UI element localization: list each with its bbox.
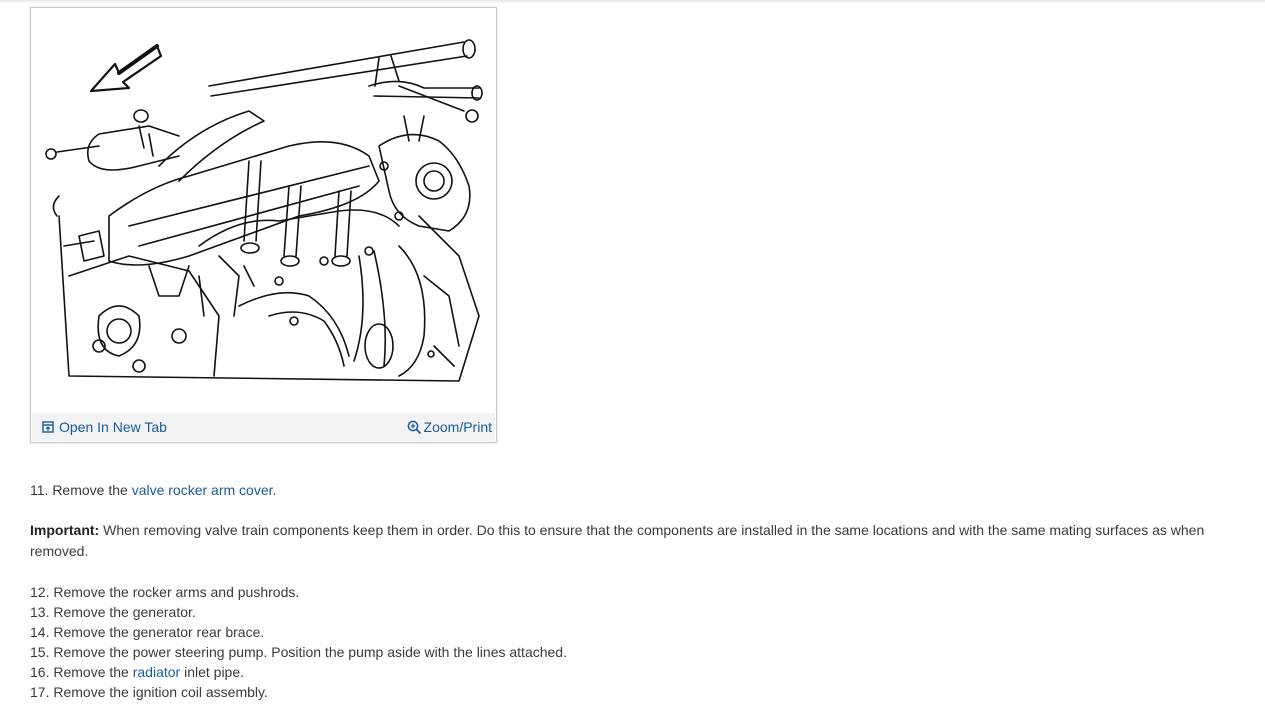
step-15: 15. Remove the power steering pump. Posi… xyxy=(30,644,567,660)
important-label: Important: xyxy=(30,522,100,538)
step-14: 14. Remove the generator rear brace. xyxy=(30,624,265,640)
top-shadow xyxy=(0,0,1265,4)
procedure-steps: 11. Remove the valve rocker arm cover. I… xyxy=(30,480,1230,702)
step-16-prefix: 16. Remove the xyxy=(30,664,133,680)
radiator-link[interactable]: radiator xyxy=(133,664,180,680)
open-in-new-tab-label: Open In New Tab xyxy=(59,419,167,435)
magnifier-plus-icon xyxy=(407,420,421,434)
open-new-tab-icon xyxy=(42,421,54,433)
important-note: Important: When removing valve train com… xyxy=(30,520,1230,562)
figure-toolbar: Open In New Tab Zoom/Print xyxy=(32,413,495,441)
valve-rocker-arm-cover-link[interactable]: valve rocker arm cover xyxy=(132,482,273,498)
zoom-print-link[interactable]: Zoom/Print xyxy=(407,418,492,436)
step-11-suffix: . xyxy=(272,482,277,498)
step-11-prefix: 11. Remove the xyxy=(30,482,132,498)
engine-diagram-figure: Open In New Tab Zoom/Print xyxy=(30,7,497,443)
engine-line-drawing[interactable] xyxy=(39,16,489,388)
step-11: 11. Remove the valve rocker arm cover. xyxy=(30,480,1230,500)
step-13: 13. Remove the generator. xyxy=(30,604,196,620)
important-text: When removing valve train components kee… xyxy=(30,522,1205,559)
step-16: 16. Remove the radiator inlet pipe. xyxy=(30,662,1230,682)
zoom-print-label: Zoom/Print xyxy=(423,419,492,435)
step-12: 12. Remove the rocker arms and pushrods. xyxy=(30,584,300,600)
step-17: 17. Remove the ignition coil assembly. xyxy=(30,684,268,700)
open-in-new-tab-link[interactable]: Open In New Tab xyxy=(42,418,167,436)
step-16-suffix: inlet pipe. xyxy=(180,664,245,680)
